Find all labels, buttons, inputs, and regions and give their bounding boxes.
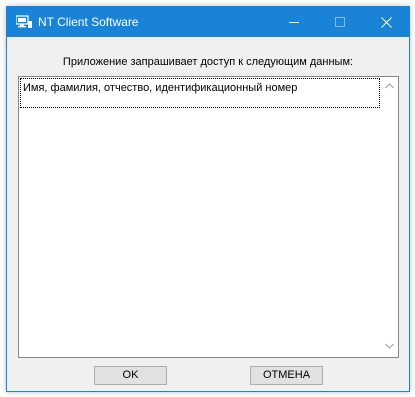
chevron-up-icon[interactable] <box>385 83 394 89</box>
cancel-button[interactable]: ОТМЕНА <box>250 366 323 385</box>
chevron-down-icon[interactable] <box>385 343 394 349</box>
access-prompt-text: Приложение запрашивает доступ к следующи… <box>62 56 354 68</box>
title-bar[interactable]: NT Client Software <box>7 7 409 37</box>
maximize-icon <box>335 17 345 27</box>
dialog-window: NT Client Software Приложение запрашивае… <box>6 6 410 392</box>
requested-data-list[interactable]: Имя, фамилия, отчество, идентификационны… <box>18 76 399 358</box>
window-title: NT Client Software <box>38 15 139 29</box>
maximize-button <box>317 7 363 37</box>
vertical-scrollbar[interactable] <box>381 77 398 357</box>
close-icon <box>381 17 392 28</box>
ok-button[interactable]: OK <box>94 366 167 385</box>
close-button[interactable] <box>363 7 409 37</box>
list-item[interactable]: Имя, фамилия, отчество, идентификационны… <box>20 78 380 108</box>
minimize-button[interactable] <box>271 7 317 37</box>
app-icon <box>15 15 32 29</box>
minimize-icon <box>289 22 299 23</box>
